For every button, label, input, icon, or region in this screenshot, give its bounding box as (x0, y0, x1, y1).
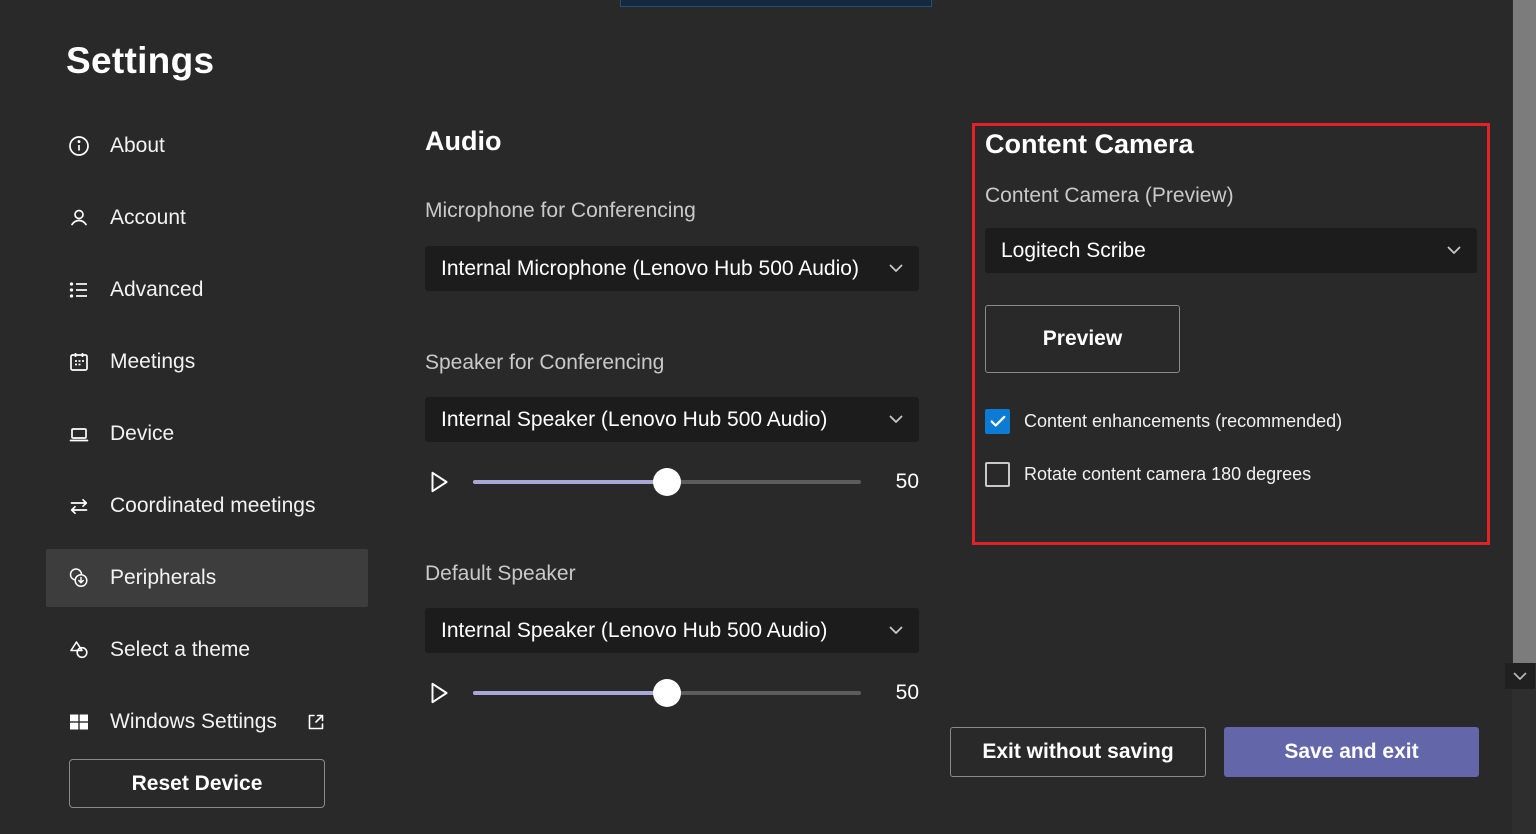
info-icon (66, 133, 92, 159)
audio-title: Audio (425, 126, 919, 157)
person-icon (66, 205, 92, 231)
checkbox-label: Content enhancements (recommended) (1024, 411, 1342, 432)
sidebar-item-meetings[interactable]: Meetings (46, 326, 368, 398)
sidebar-item-label: Select a theme (110, 638, 250, 662)
sidebar-item-select-a-theme[interactable]: Select a theme (46, 614, 368, 686)
chevron-down-icon (889, 626, 903, 635)
laptop-icon (66, 421, 92, 447)
microphone-label: Microphone for Conferencing (425, 199, 919, 223)
checkbox-icon (985, 409, 1010, 434)
slider-thumb[interactable] (653, 468, 681, 496)
save-and-exit-button[interactable]: Save and exit (1224, 727, 1479, 777)
slider-thumb[interactable] (653, 679, 681, 707)
sidebar-item-peripherals[interactable]: Peripherals (46, 549, 368, 607)
sidebar-item-advanced[interactable]: Advanced (46, 254, 368, 326)
speaker-dropdown[interactable]: Internal Speaker (Lenovo Hub 500 Audio) (425, 397, 919, 442)
windows-logo-icon (66, 709, 92, 735)
default-speaker-volume-value: 50 (885, 681, 919, 705)
chevron-down-icon (1447, 246, 1461, 255)
sidebar-item-label: Advanced (110, 278, 203, 302)
content-camera-label: Content Camera (Preview) (985, 184, 1234, 208)
rotate-camera-checkbox[interactable]: Rotate content camera 180 degrees (985, 462, 1311, 487)
sidebar-item-label: Windows Settings (110, 710, 277, 734)
sidebar-item-label: About (110, 134, 165, 158)
page-title: Settings (66, 40, 214, 82)
external-link-icon (305, 711, 327, 733)
speaker-label: Speaker for Conferencing (425, 351, 919, 375)
chevron-down-icon (889, 264, 903, 273)
play-test-sound-button[interactable] (425, 679, 453, 707)
sidebar: About Account Advanced (46, 110, 368, 758)
peripherals-icon (66, 565, 92, 591)
play-test-sound-button[interactable] (425, 468, 453, 496)
reset-device-button[interactable]: Reset Device (69, 759, 325, 808)
speaker-volume-slider[interactable] (473, 468, 861, 496)
sidebar-item-windows-settings[interactable]: Windows Settings (46, 686, 368, 758)
preview-button[interactable]: Preview (985, 305, 1180, 373)
exit-without-saving-button[interactable]: Exit without saving (950, 727, 1206, 777)
checkbox-label: Rotate content camera 180 degrees (1024, 464, 1311, 485)
default-speaker-value: Internal Speaker (Lenovo Hub 500 Audio) (441, 619, 881, 643)
sidebar-item-about[interactable]: About (46, 110, 368, 182)
sync-arrows-icon (66, 493, 92, 519)
default-speaker-volume-row: 50 (425, 671, 919, 715)
sidebar-item-account[interactable]: Account (46, 182, 368, 254)
calendar-icon (66, 349, 92, 375)
bullet-list-icon (66, 277, 92, 303)
speaker-value: Internal Speaker (Lenovo Hub 500 Audio) (441, 408, 881, 432)
audio-section: Audio Microphone for Conferencing Intern… (425, 126, 919, 715)
sidebar-item-label: Device (110, 422, 174, 446)
content-camera-dropdown[interactable]: Logitech Scribe (985, 228, 1477, 273)
checkbox-icon (985, 462, 1010, 487)
microphone-dropdown[interactable]: Internal Microphone (Lenovo Hub 500 Audi… (425, 246, 919, 291)
content-camera-section-highlight: Content Camera Content Camera (Preview) … (972, 123, 1490, 545)
sidebar-item-label: Account (110, 206, 186, 230)
default-speaker-volume-slider[interactable] (473, 679, 861, 707)
sidebar-item-label: Meetings (110, 350, 195, 374)
sidebar-item-device[interactable]: Device (46, 398, 368, 470)
content-camera-value: Logitech Scribe (1001, 239, 1439, 263)
scrollbar-down-button[interactable] (1505, 663, 1535, 689)
content-camera-title: Content Camera (985, 129, 1194, 160)
content-enhancements-checkbox[interactable]: Content enhancements (recommended) (985, 409, 1342, 434)
scrollbar-thumb[interactable] (1513, 0, 1536, 663)
default-speaker-label: Default Speaker (425, 562, 919, 586)
speaker-volume-value: 50 (885, 470, 919, 494)
microphone-value: Internal Microphone (Lenovo Hub 500 Audi… (441, 257, 881, 281)
default-speaker-dropdown[interactable]: Internal Speaker (Lenovo Hub 500 Audio) (425, 608, 919, 653)
settings-screen: Settings About Account (0, 0, 1536, 834)
sidebar-item-coordinated-meetings[interactable]: Coordinated meetings (46, 470, 368, 542)
cropped-top-window (620, 0, 932, 7)
speaker-volume-row: 50 (425, 460, 919, 504)
sidebar-item-label: Peripherals (110, 566, 216, 590)
sidebar-item-label: Coordinated meetings (110, 494, 315, 518)
chevron-down-icon (889, 415, 903, 424)
shapes-icon (66, 637, 92, 663)
vertical-scrollbar[interactable] (1512, 0, 1536, 834)
